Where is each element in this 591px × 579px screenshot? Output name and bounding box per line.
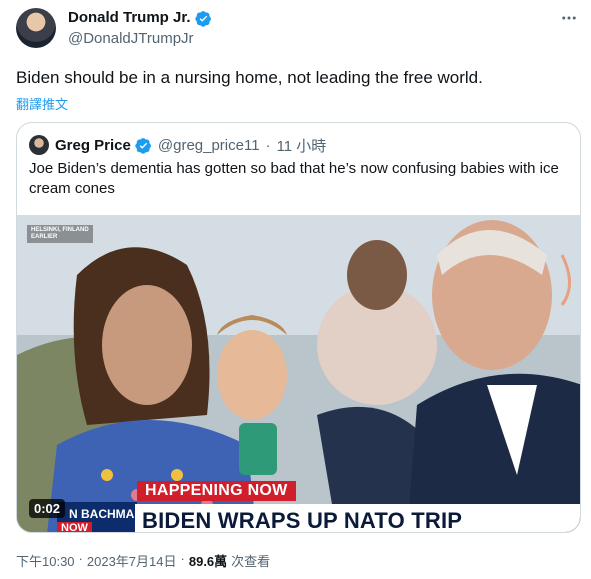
quote-display-name[interactable]: Greg Price <box>55 137 131 154</box>
quoted-tweet[interactable]: Greg Price @greg_price11 · 11 小時 Joe Bid… <box>16 122 581 533</box>
author-display-name[interactable]: Donald Trump Jr. <box>68 9 191 27</box>
video-location-tag: HELSINKI, FINLAND EARLIER <box>27 225 93 243</box>
tweet-text: Biden should be in a nursing home, not l… <box>16 68 483 87</box>
footer-dot-2: · <box>180 551 185 566</box>
quote-text: Joe Biden’s dementia has gotten so bad t… <box>29 160 559 197</box>
verified-badge-icon <box>135 138 151 154</box>
video-location-line2: EARLIER <box>31 234 58 240</box>
quote-separator: · <box>265 137 271 154</box>
post-date[interactable]: 2023年7月14日 <box>87 551 177 570</box>
reporter-name: N BACHMAN <box>69 507 143 521</box>
footer-dot-1: · <box>78 551 83 566</box>
view-count[interactable]: 89.6萬 <box>189 551 227 570</box>
quote-time[interactable]: 11 小時 <box>277 135 327 156</box>
quote-handle[interactable]: @greg_price11 <box>158 137 260 154</box>
happening-now-banner: HAPPENING NOW <box>137 481 296 501</box>
video-location-line1: HELSINKI, FINLAND <box>31 227 89 233</box>
translate-link[interactable]: 翻譯推文 <box>16 94 68 113</box>
view-count-label: 次查看 <box>231 554 271 569</box>
video-duration: 0:02 <box>29 499 66 518</box>
quote-author-avatar[interactable] <box>29 135 49 155</box>
more-dots-icon[interactable] <box>559 8 579 28</box>
reporter-tag: NOW <box>57 522 92 532</box>
tweet-footer: 下午10:30 · 2023年7月14日 · 89.6萬 次查看 <box>16 551 270 570</box>
video-headline: BIDEN WRAPS UP NATO TRIP <box>142 508 463 533</box>
quote-author-row: Greg Price @greg_price11 · 11 小時 <box>55 135 326 156</box>
author-name-row[interactable]: Donald Trump Jr. <box>68 9 212 27</box>
video-frame <box>17 215 580 532</box>
video-player[interactable]: HELSINKI, FINLAND EARLIER N BACHMAN NOW … <box>17 215 580 533</box>
author-handle[interactable]: @DonaldJTrumpJr <box>68 30 194 47</box>
post-time[interactable]: 下午10:30 <box>16 551 75 570</box>
verified-badge-icon <box>194 10 211 27</box>
author-avatar[interactable] <box>16 8 56 48</box>
